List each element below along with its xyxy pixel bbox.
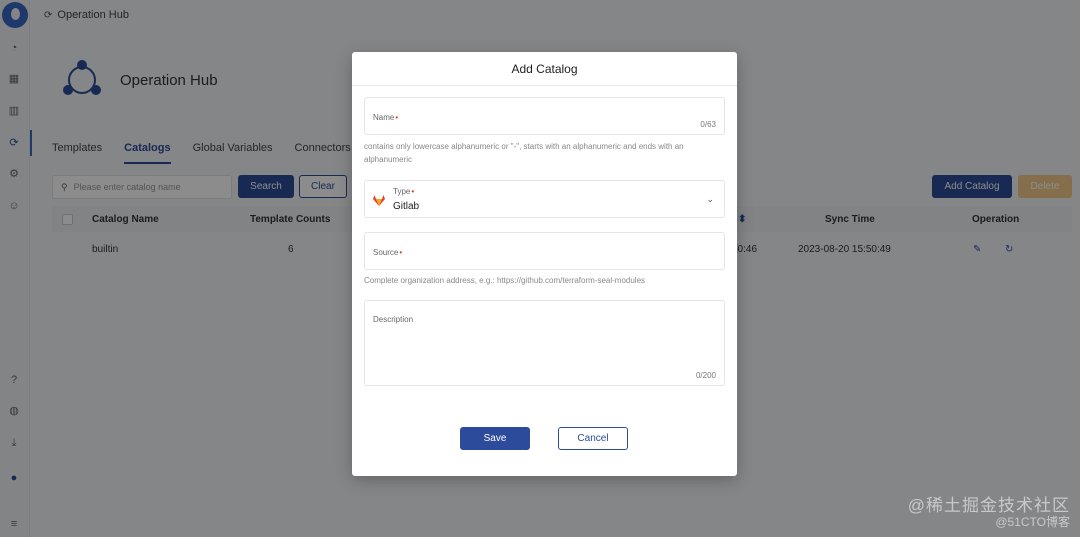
type-label: Type (393, 187, 411, 196)
name-label: Name (373, 113, 395, 122)
watermark: @稀土掘金技术社区 @51CTO博客 (908, 497, 1070, 531)
watermark-line1: @稀土掘金技术社区 (907, 496, 1070, 515)
required-mark: • (399, 248, 403, 257)
name-hint: contains only lowercase alphanumeric or … (364, 142, 684, 164)
watermark-line2: @51CTO博客 (995, 515, 1070, 529)
name-field[interactable]: Name• 0/63 (364, 97, 725, 135)
description-label: Description (373, 315, 414, 324)
description-counter: 0/200 (695, 371, 716, 380)
chevron-down-icon: ⌄ (706, 194, 714, 204)
cancel-button[interactable]: Cancel (558, 427, 628, 450)
gitlab-icon (373, 195, 385, 206)
name-counter: 0/63 (700, 120, 716, 129)
type-select[interactable]: Type• Gitlab ⌄ (364, 180, 725, 218)
description-textarea[interactable]: Description 0/200 (364, 300, 725, 386)
source-field[interactable]: Source• (364, 232, 725, 270)
source-label: Source (373, 248, 399, 257)
required-mark: • (395, 113, 399, 122)
add-catalog-dialog: Add Catalog Name• 0/63 contains only low… (352, 52, 737, 476)
source-hint: Complete organization address, e.g.: htt… (364, 276, 646, 285)
dialog-title: Add Catalog (352, 52, 737, 86)
save-button[interactable]: Save (460, 427, 530, 450)
type-value: Gitlab (393, 201, 420, 212)
required-mark: • (411, 187, 415, 196)
